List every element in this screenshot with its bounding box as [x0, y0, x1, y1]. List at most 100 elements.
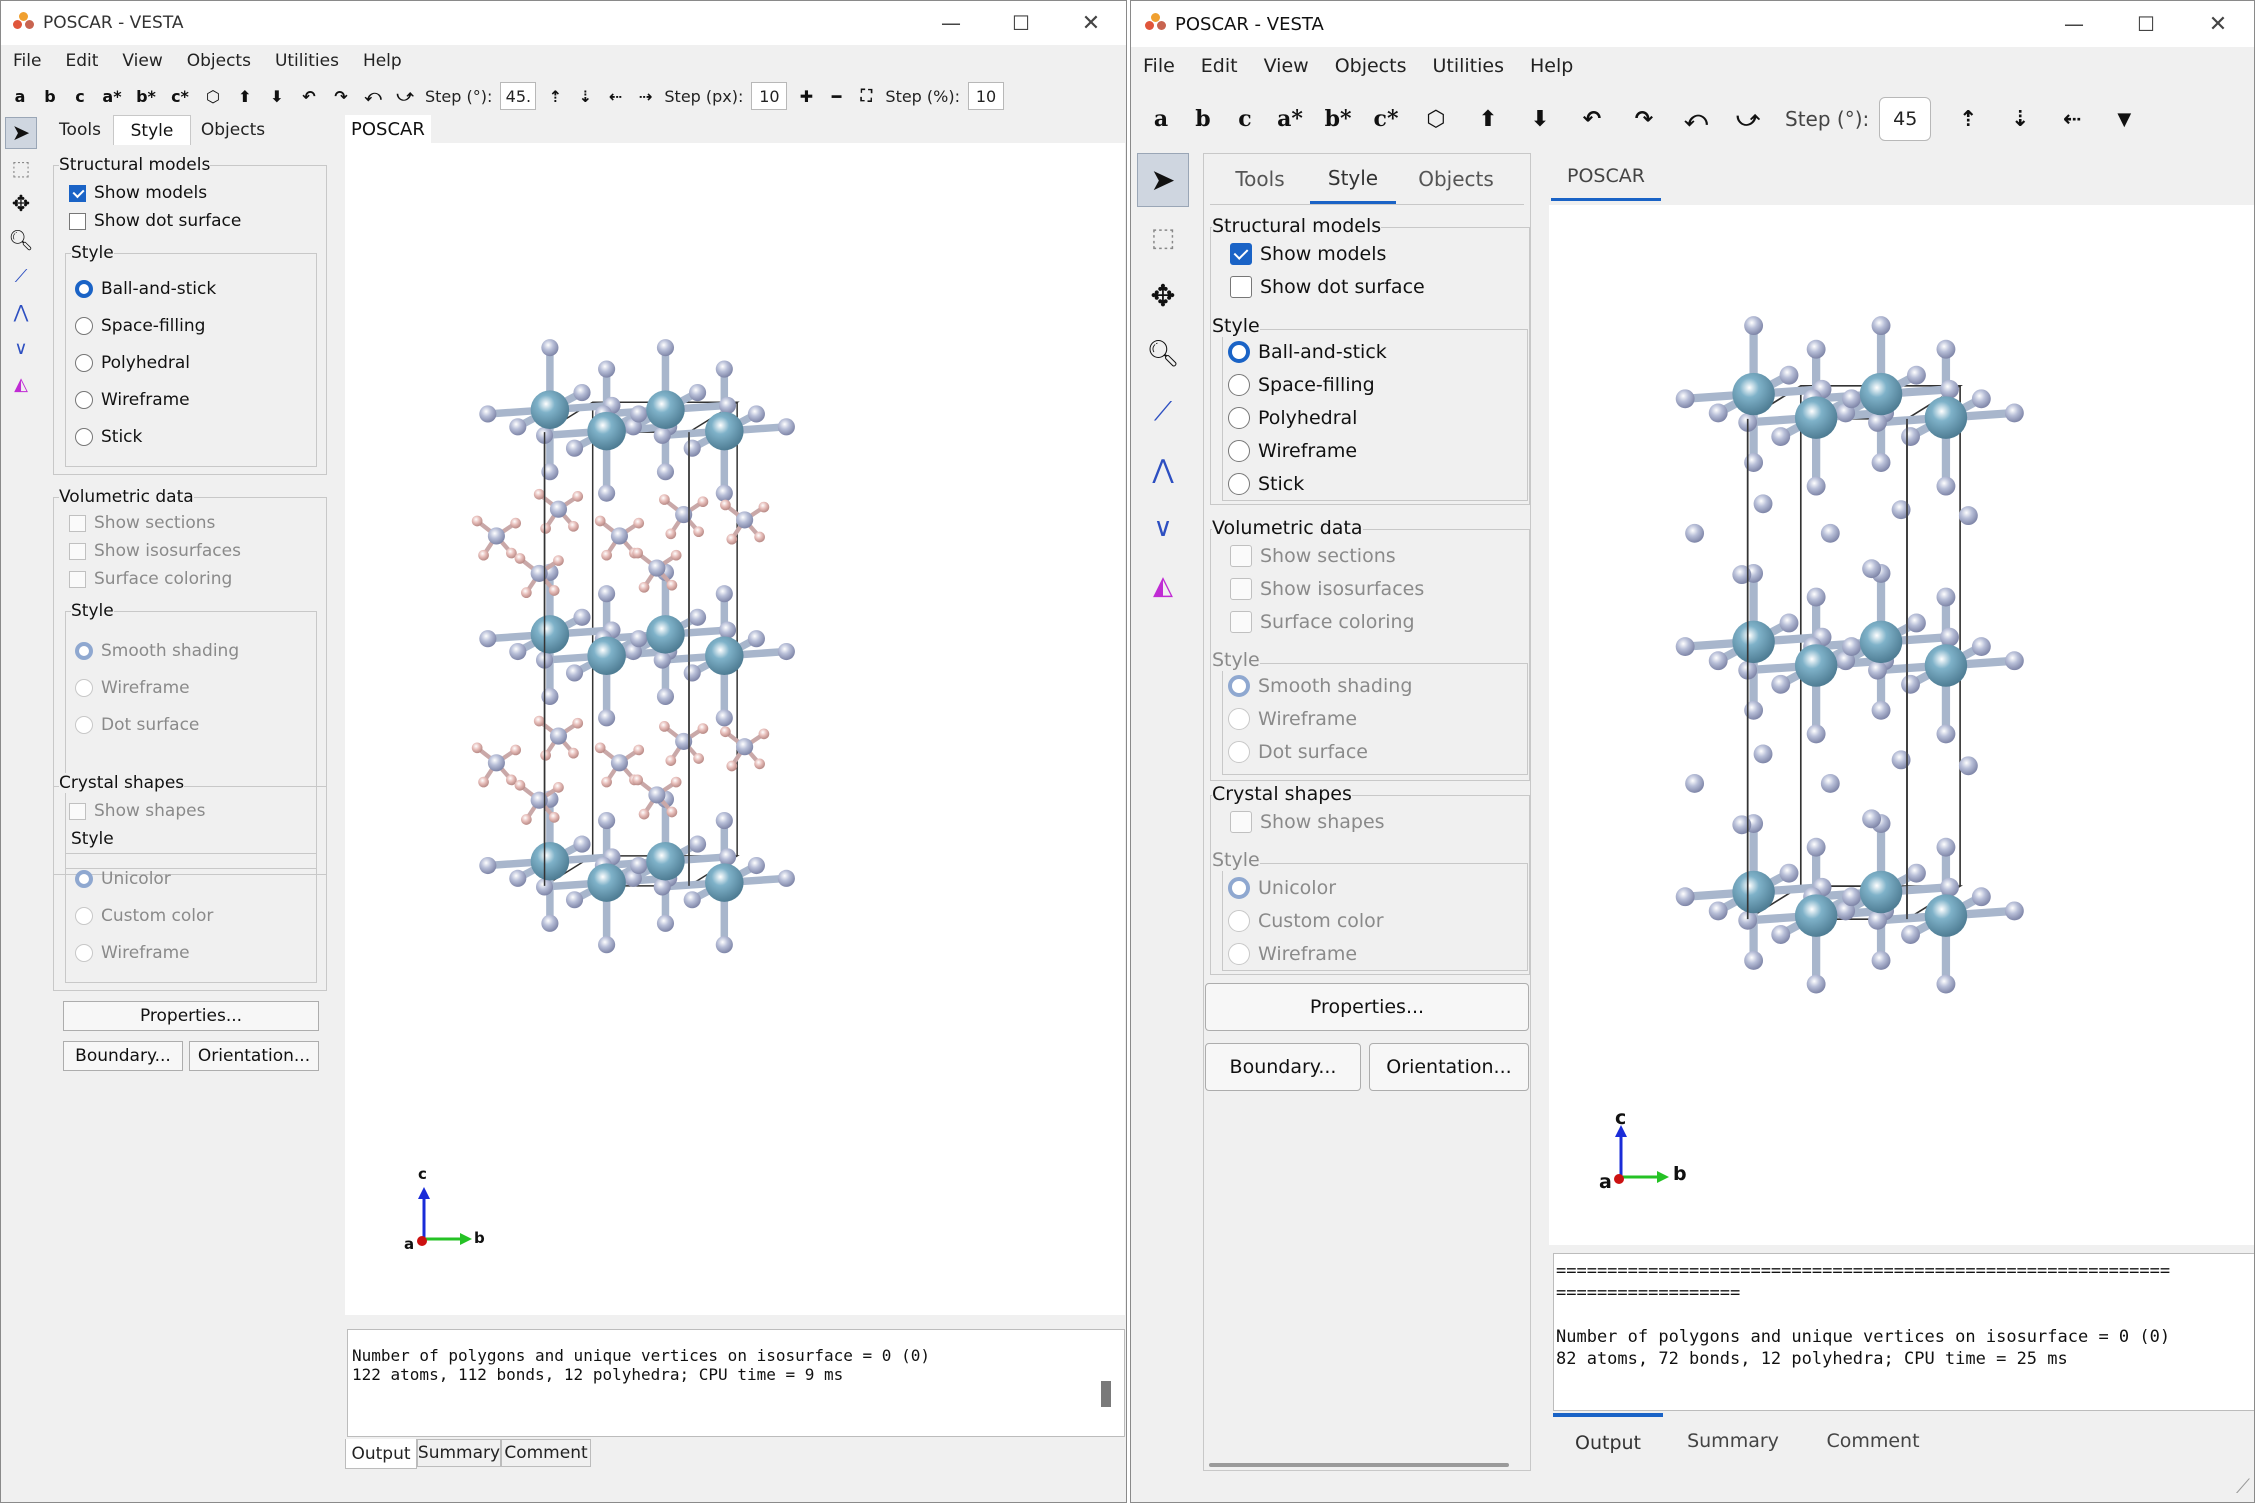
show-shapes-checkbox[interactable]: Show shapes: [69, 801, 205, 821]
surface-coloring-checkbox[interactable]: Surface coloring: [1230, 611, 1415, 633]
close-icon[interactable]: ✕: [1056, 1, 1126, 45]
magnify-icon[interactable]: 🔍︎: [5, 223, 37, 257]
menu-edit[interactable]: Edit: [1201, 55, 1238, 77]
output-console[interactable]: Number of polygons and unique vertices o…: [347, 1329, 1125, 1437]
rotate-down-icon[interactable]: ⬇: [265, 87, 289, 106]
structure-viewer[interactable]: [345, 143, 1125, 1315]
rotate-left-icon[interactable]: ↶: [1577, 107, 1607, 132]
style-ball-and-stick-radio[interactable]: Ball-and-stick: [75, 279, 216, 299]
radio-selected-icon[interactable]: [75, 870, 93, 888]
show-dot-surface-checkbox[interactable]: Show dot surface: [1230, 276, 1425, 298]
tab-comment[interactable]: Comment: [501, 1439, 591, 1467]
view-b-button[interactable]: b: [1193, 106, 1213, 132]
rotate-right-icon[interactable]: ↷: [329, 87, 353, 106]
magnify-icon[interactable]: 🔍︎: [1137, 327, 1189, 381]
maximize-icon[interactable]: ☐: [986, 1, 1056, 45]
custom-color-radio[interactable]: Custom color: [1228, 910, 1384, 932]
translate-up-icon[interactable]: ⇡: [1953, 107, 1983, 132]
angle-tool-icon[interactable]: ⋀: [1137, 443, 1189, 497]
show-models-checkbox[interactable]: Show models: [1230, 243, 1386, 265]
tab-tools[interactable]: Tools: [1210, 154, 1310, 204]
radio-icon[interactable]: [1228, 943, 1250, 965]
view-c-star-button[interactable]: c*: [167, 87, 193, 106]
rotate-left-icon[interactable]: ↶: [297, 87, 321, 106]
rotate-right-icon[interactable]: ↷: [1629, 107, 1659, 132]
step-px-input[interactable]: 10: [751, 82, 788, 110]
tab-output[interactable]: Output: [345, 1439, 417, 1469]
boundary-button[interactable]: Boundary...: [63, 1041, 183, 1071]
step-deg-input[interactable]: 45.: [500, 82, 537, 110]
minimize-icon[interactable]: —: [916, 1, 986, 45]
output-console[interactable]: ========================================…: [1553, 1253, 2254, 1411]
crystal-wireframe-radio[interactable]: Wireframe: [1228, 943, 1357, 965]
radio-icon[interactable]: [75, 391, 93, 409]
tab-style[interactable]: Style: [1310, 154, 1396, 204]
crystal-structure-canvas[interactable]: [1549, 205, 2255, 1245]
minimize-icon[interactable]: —: [2038, 1, 2110, 47]
checkbox-icon[interactable]: [1230, 276, 1252, 298]
radio-icon[interactable]: [75, 317, 93, 335]
step-pct-input[interactable]: 10: [968, 82, 1004, 110]
view-b-button[interactable]: b: [39, 87, 61, 106]
checkbox-icon[interactable]: [1230, 611, 1252, 633]
select-tool-icon[interactable]: ➤: [5, 117, 37, 149]
translate-left-icon[interactable]: ⇠: [604, 87, 626, 106]
show-shapes-checkbox[interactable]: Show shapes: [1230, 811, 1385, 833]
radio-icon[interactable]: [1228, 473, 1250, 495]
rotate-up-icon[interactable]: ⬆: [233, 87, 257, 106]
checkbox-icon[interactable]: [69, 802, 86, 820]
checkbox-icon[interactable]: [69, 570, 86, 588]
boundary-button[interactable]: Boundary...: [1205, 1043, 1361, 1091]
checkbox-checked-icon[interactable]: [69, 184, 86, 202]
step-deg-input[interactable]: 45: [1879, 97, 1932, 141]
style-stick-radio[interactable]: Stick: [75, 427, 142, 447]
view-c-button[interactable]: c: [1235, 106, 1255, 132]
radio-selected-icon[interactable]: [1228, 341, 1250, 363]
volumetric-wireframe-radio[interactable]: Wireframe: [75, 678, 190, 698]
style-polyhedral-radio[interactable]: Polyhedral: [75, 353, 190, 373]
style-space-filling-radio[interactable]: Space-filling: [1228, 374, 1375, 396]
radio-icon[interactable]: [75, 944, 93, 962]
show-isosurfaces-checkbox[interactable]: Show isosurfaces: [69, 541, 241, 561]
menu-objects[interactable]: Objects: [1335, 55, 1407, 77]
unicolor-radio[interactable]: Unicolor: [75, 869, 171, 889]
crystal-structure-canvas[interactable]: [345, 143, 1125, 1315]
view-a-star-button[interactable]: a*: [99, 87, 125, 106]
zoom-out-icon[interactable]: ━: [825, 87, 847, 106]
distance-tool-icon[interactable]: ⟋: [5, 259, 37, 293]
show-sections-checkbox[interactable]: Show sections: [69, 513, 215, 533]
style-wireframe-radio[interactable]: Wireframe: [1228, 440, 1357, 462]
rotate-up-icon[interactable]: ⬆: [1473, 107, 1503, 132]
radio-selected-icon[interactable]: [75, 642, 93, 660]
maximize-icon[interactable]: ☐: [2110, 1, 2182, 47]
console-scrollbar[interactable]: [1101, 1381, 1111, 1407]
structure-viewer[interactable]: [1549, 205, 2255, 1245]
checkbox-icon[interactable]: [69, 212, 86, 230]
radio-selected-icon[interactable]: [1228, 877, 1250, 899]
resize-grip-icon[interactable]: ⟋: [2236, 1474, 2250, 1498]
surface-coloring-checkbox[interactable]: Surface coloring: [69, 569, 232, 589]
view-a-button[interactable]: a: [1151, 106, 1171, 132]
view-c-button[interactable]: c: [69, 87, 91, 106]
plane-tool-icon[interactable]: ◭: [5, 367, 37, 401]
translate-up-icon[interactable]: ⇡: [544, 87, 566, 106]
radio-icon[interactable]: [1228, 708, 1250, 730]
rotate-down-icon[interactable]: ⬇: [1525, 107, 1555, 132]
plane-tool-icon[interactable]: ◭: [1137, 559, 1189, 613]
view-c-star-button[interactable]: c*: [1373, 106, 1399, 132]
radio-icon[interactable]: [75, 716, 93, 734]
radio-icon[interactable]: [1228, 374, 1250, 396]
orientation-button[interactable]: Orientation...: [189, 1041, 319, 1071]
side-panel-scrollbar[interactable]: [1209, 1463, 1509, 1467]
radio-icon[interactable]: [1228, 440, 1250, 462]
rotate-ccw-icon[interactable]: ⤺: [1681, 107, 1711, 132]
translate-down-icon[interactable]: ⇣: [2005, 107, 2035, 132]
translate-left-icon[interactable]: ⇠: [2057, 107, 2087, 132]
menu-edit[interactable]: Edit: [65, 51, 98, 71]
style-space-filling-radio[interactable]: Space-filling: [75, 316, 205, 336]
translate-tool-icon[interactable]: ✥: [5, 187, 37, 221]
radio-icon[interactable]: [75, 354, 93, 372]
unicolor-radio[interactable]: Unicolor: [1228, 877, 1336, 899]
menu-view[interactable]: View: [122, 51, 162, 71]
checkbox-icon[interactable]: [1230, 811, 1252, 833]
